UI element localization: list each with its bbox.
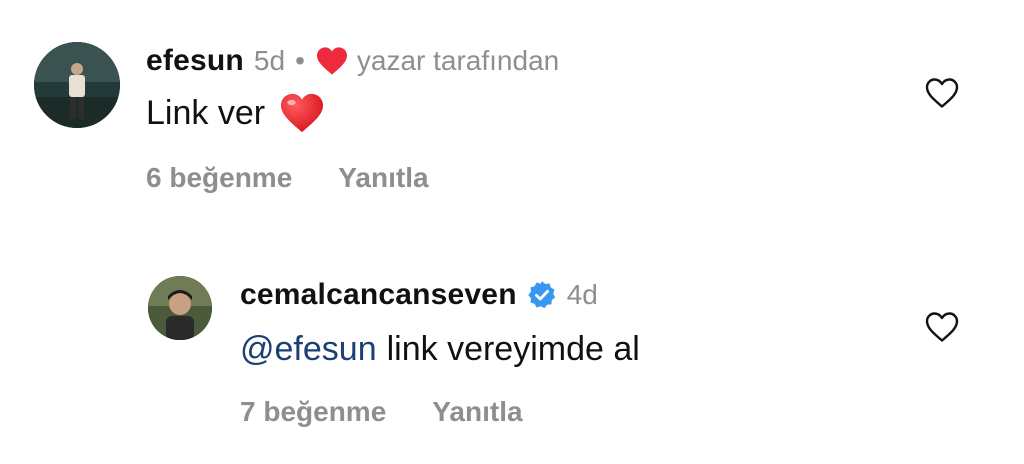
likes-count[interactable]: 7 beğenme: [240, 396, 386, 428]
comment-actions: 6 beğenme Yanıtla: [146, 162, 429, 194]
comment-actions: 7 beğenme Yanıtla: [240, 396, 523, 428]
separator-dot: •: [295, 45, 305, 76]
username[interactable]: efesun: [146, 44, 244, 78]
comments-thread: efesun 5d • yazar tarafından Link ver 6 …: [0, 0, 1024, 464]
reply-button[interactable]: Yanıtla: [432, 396, 522, 428]
timestamp: 5d: [253, 45, 286, 76]
verified-badge-icon: [527, 280, 557, 310]
reply-button[interactable]: Yanıtla: [338, 162, 428, 194]
comment-header: efesun 5d • yazar tarafından: [146, 44, 559, 78]
comment-text: link vereyimde al: [386, 330, 640, 368]
avatar-cemalcancanseven[interactable]: [148, 276, 212, 340]
heart-outline-icon[interactable]: [924, 310, 960, 344]
comment-body: @efesun link vereyimde al: [240, 330, 640, 369]
avatar-efesun[interactable]: [34, 42, 120, 128]
mention-link[interactable]: @efesun: [240, 330, 377, 369]
timestamp: 4d: [566, 279, 598, 310]
heart-outline-icon[interactable]: [924, 76, 960, 110]
red-heart-icon: [315, 46, 349, 76]
liked-by-author-label: yazar tarafından: [356, 45, 560, 76]
red-heart-emoji: [279, 92, 325, 134]
likes-count[interactable]: 6 beğenme: [146, 162, 292, 194]
comment-header: cemalcancanseven 4d: [240, 278, 598, 312]
comment-body: Link ver: [146, 92, 325, 134]
username[interactable]: cemalcancanseven: [240, 278, 517, 312]
comment-text: Link ver: [146, 93, 266, 132]
